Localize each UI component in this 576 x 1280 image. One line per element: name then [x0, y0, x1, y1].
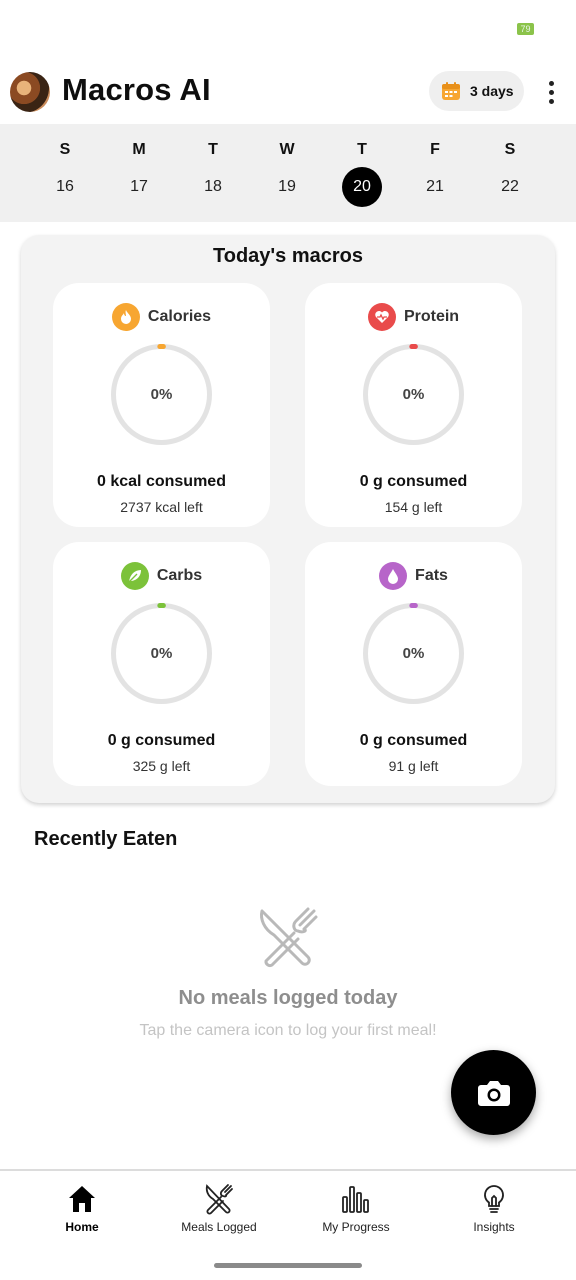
day-column[interactable]: F 21	[403, 124, 467, 222]
status-bar: 79	[0, 0, 576, 56]
consumed-text: 0 g consumed	[359, 732, 468, 749]
day-column[interactable]: T 18	[181, 124, 245, 222]
remaining-text: 2737 kcal left	[120, 499, 203, 515]
app-header: Macros AI 3 days	[0, 64, 576, 120]
app-title: Macros AI	[62, 72, 211, 107]
todays-macros-card: Today's macros Calories 0% 0 kcal consum…	[21, 235, 555, 803]
recently-eaten-title: Recently Eaten	[34, 828, 178, 850]
days-range-button[interactable]: 3 days	[429, 71, 524, 111]
macro-header: Fats	[305, 562, 522, 590]
day-letter: W	[279, 141, 295, 158]
macro-header: Protein	[305, 303, 522, 331]
nav-item-meals-logged[interactable]: Meals Logged	[150, 1171, 288, 1243]
day-number: 16	[56, 178, 74, 195]
day-column[interactable]: M 17	[107, 124, 171, 222]
remaining-text: 325 g left	[132, 758, 191, 774]
macro-tile-protein[interactable]: Protein 0% 0 g consumed 154 g left	[305, 283, 522, 527]
macro-header: Calories	[53, 303, 270, 331]
day-letter: T	[208, 141, 218, 158]
day-letter: S	[504, 141, 516, 158]
nav-label: Meals Logged	[181, 1220, 257, 1234]
macro-label: Fats	[415, 567, 448, 584]
day-column-selected[interactable]: T 20	[330, 124, 394, 222]
fork-knife-icon	[260, 907, 318, 968]
macro-tile-carbs[interactable]: Carbs 0% 0 g consumed 325 g left	[53, 542, 270, 786]
macro-label: Protein	[403, 308, 460, 325]
day-number: 21	[426, 178, 444, 195]
day-letter: S	[59, 141, 71, 158]
camera-button[interactable]	[451, 1050, 536, 1135]
calendar-icon	[442, 82, 460, 100]
battery-icon: 79	[517, 23, 534, 35]
fork-knife-icon	[205, 1184, 233, 1215]
day-number: 22	[501, 178, 519, 195]
flame-icon	[111, 303, 140, 331]
macro-header: Carbs	[53, 562, 270, 590]
consumed-text: 0 g consumed	[107, 732, 216, 749]
nav-item-insights[interactable]: Insights	[425, 1171, 563, 1243]
macro-label: Carbs	[156, 567, 203, 584]
nav-item-my-progress[interactable]: My Progress	[287, 1171, 425, 1243]
percent-label: 0%	[402, 386, 425, 403]
empty-state-title: No meals logged today	[178, 987, 398, 1009]
remaining-text: 91 g left	[388, 758, 439, 774]
bottom-navigation: Home Meals Logged My Progress Insights	[0, 1169, 576, 1280]
bar-chart-icon	[342, 1186, 369, 1213]
day-number: 17	[130, 178, 148, 195]
nav-item-home[interactable]: Home	[13, 1171, 151, 1243]
percent-label: 0%	[150, 645, 173, 662]
nav-label: My Progress	[322, 1220, 390, 1234]
home-icon	[69, 1186, 95, 1212]
day-letter: T	[357, 141, 367, 158]
more-vertical-icon[interactable]	[538, 76, 564, 108]
consumed-text: 0 g consumed	[359, 473, 468, 490]
days-range-label: 3 days	[470, 83, 514, 99]
droplet-icon	[379, 562, 408, 590]
day-column[interactable]: S 22	[478, 124, 542, 222]
percent-label: 0%	[150, 386, 173, 403]
lightbulb-icon	[484, 1185, 504, 1213]
camera-icon	[477, 1080, 510, 1106]
macros-title: Today's macros	[213, 245, 363, 267]
consumed-text: 0 kcal consumed	[97, 473, 226, 490]
day-column[interactable]: W 19	[255, 124, 319, 222]
empty-state-subtitle: Tap the camera icon to log your first me…	[139, 1022, 437, 1039]
day-number: 19	[278, 178, 296, 195]
day-number-selected: 20	[342, 167, 382, 207]
day-letter: F	[430, 141, 440, 158]
macro-tile-calories[interactable]: Calories 0% 0 kcal consumed 2737 kcal le…	[53, 283, 270, 527]
heart-pulse-icon	[367, 303, 396, 331]
macro-tile-fats[interactable]: Fats 0% 0 g consumed 91 g left	[305, 542, 522, 786]
home-indicator	[214, 1263, 362, 1268]
nav-label: Insights	[473, 1220, 515, 1234]
macro-label: Calories	[147, 308, 212, 325]
day-letter: M	[132, 141, 146, 158]
percent-label: 0%	[402, 645, 425, 662]
food-avatar-icon	[10, 72, 50, 112]
day-column[interactable]: S 16	[33, 124, 97, 222]
remaining-text: 154 g left	[384, 499, 443, 515]
day-number: 18	[204, 178, 222, 195]
week-strip: S 16 M 17 T 18 W 19 T 20 F 21 S 22	[0, 124, 576, 222]
nav-label: Home	[65, 1220, 99, 1234]
leaf-icon	[120, 562, 149, 590]
